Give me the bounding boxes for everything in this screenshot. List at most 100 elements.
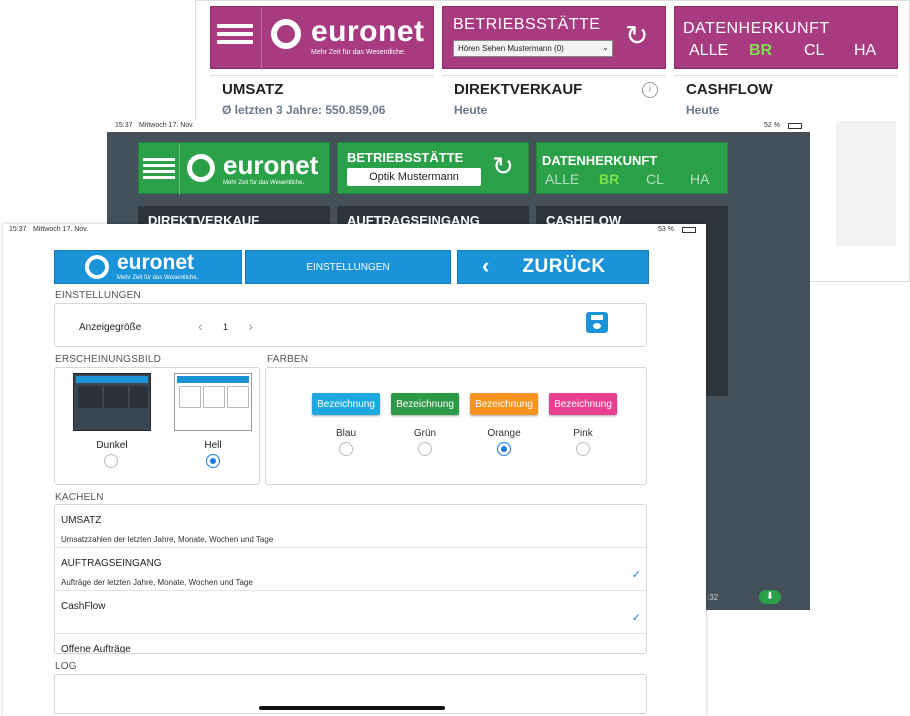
brand-tagline: Mehr Zeit für das Wesentliche. xyxy=(223,180,305,186)
brand-name: euronet xyxy=(117,251,195,274)
status-battery: 52 % xyxy=(764,122,780,129)
brand-name: euronet xyxy=(223,150,319,180)
tile-subtitle: Ø letzten 3 Jahre: 550.859,06 xyxy=(222,103,386,117)
back-button[interactable]: ‹ ZURÜCK xyxy=(457,250,649,284)
source-cl[interactable]: CL xyxy=(804,42,824,60)
color-blau-button[interactable]: Bezeichnung xyxy=(312,393,380,415)
refresh-icon[interactable]: ↻ xyxy=(492,151,514,182)
section-einstellungen-label: EINSTELLUNGEN xyxy=(55,290,141,299)
chevron-down-icon: ⌄ xyxy=(602,43,609,52)
betriebsstaette-label: BETRIEBSSTÄTTE xyxy=(453,16,601,33)
color-orange-label: Orange xyxy=(487,428,521,439)
tile-title: CASHFLOW xyxy=(686,81,773,98)
euronet-logo-icon xyxy=(271,19,301,49)
color-orange-button[interactable]: Bezeichnung xyxy=(470,393,538,415)
list-item-cashflow[interactable]: CashFlow ✓ xyxy=(55,591,646,634)
einstellungen-card: Anzeigegröße ‹ 1 › xyxy=(54,303,647,347)
theme-light-preview[interactable] xyxy=(174,373,252,431)
source-cl[interactable]: CL xyxy=(646,171,664,187)
direktverkauf-tile[interactable]: DIREKTVERKAUF Heute i xyxy=(442,75,666,119)
umsatz-tile[interactable]: UMSATZ Ø letzten 3 Jahre: 550.859,06 xyxy=(210,75,434,119)
save-icon[interactable] xyxy=(586,312,608,333)
refresh-icon[interactable]: ↻ xyxy=(625,21,648,51)
section-kacheln-label: KACHELN xyxy=(55,492,104,503)
footer-time: :32 xyxy=(707,593,719,602)
color-blau-radio[interactable] xyxy=(339,442,353,456)
chevron-right-icon[interactable]: › xyxy=(248,318,253,334)
list-item-offene-auftraege[interactable]: Offene Aufträge ✓ xyxy=(55,634,646,654)
battery-icon xyxy=(682,227,696,233)
checkmark-icon: ✓ xyxy=(631,612,641,624)
tile-title: DIREKTVERKAUF xyxy=(454,81,583,98)
status-date: Mittwoch 17. Nov. xyxy=(33,226,89,233)
source-br[interactable]: BR xyxy=(599,171,619,187)
color-orange-radio[interactable] xyxy=(497,442,511,456)
color-gruen-label: Grün xyxy=(413,428,437,439)
theme-hell-label: Hell xyxy=(204,440,222,451)
info-icon[interactable]: i xyxy=(642,82,658,98)
brand-tagline: Mehr Zeit für das Wesentliche. xyxy=(311,49,406,56)
kachel-title: CashFlow xyxy=(61,601,106,612)
source-ha[interactable]: HA xyxy=(854,42,876,60)
menu-icon[interactable] xyxy=(143,155,175,182)
betriebsstaette-select[interactable]: Hören Sehen Mustermann (0) ⌄ xyxy=(453,40,613,57)
theme-dunkel-radio[interactable] xyxy=(104,454,118,468)
download-cloud-icon[interactable]: ⬇ xyxy=(759,590,781,604)
status-time: 15:37 xyxy=(115,122,133,129)
list-item-umsatz[interactable]: UMSATZ Umsatzzahlen der letzten Jahre, M… xyxy=(55,505,646,548)
betriebsstaette-tile: BETRIEBSSTÄTTE Hören Sehen Mustermann (0… xyxy=(442,6,666,69)
betriebsstaette-label: BETRIEBSSTÄTTE xyxy=(347,150,464,165)
chevron-left-icon[interactable]: ‹ xyxy=(198,318,203,334)
kachel-description: Aufträge der letzten Jahre, Monate, Woch… xyxy=(61,578,253,587)
tile-subtitle: Heute xyxy=(454,103,488,117)
chevron-left-icon: ‹ xyxy=(482,253,490,278)
list-item-auftragseingang[interactable]: AUFTRAGSEINGANG Aufträge der letzten Jah… xyxy=(55,548,646,591)
checkmark-icon: ✓ xyxy=(631,569,641,581)
section-farben-label: FARBEN xyxy=(267,354,309,365)
source-alle[interactable]: ALLE xyxy=(689,42,728,60)
section-erscheinungsbild-label: ERSCHEINUNGSBILD xyxy=(55,354,161,365)
tile-title: UMSATZ xyxy=(222,81,284,98)
color-blau-label: Blau xyxy=(335,428,356,439)
section-log-label: LOG xyxy=(55,661,77,672)
kachel-title: AUFTRAGSEINGANG xyxy=(61,558,162,569)
farben-card: Bezeichnung Bezeichnung Bezeichnung Beze… xyxy=(265,367,647,485)
color-pink-radio[interactable] xyxy=(576,442,590,456)
kachel-title: Offene Aufträge xyxy=(61,644,131,654)
color-pink-button[interactable]: Bezeichnung xyxy=(549,393,617,415)
logo-tile[interactable]: euronet Mehr Zeit für das Wesentliche. xyxy=(210,6,434,70)
background-shape xyxy=(836,121,896,246)
source-ha[interactable]: HA xyxy=(690,171,709,187)
anzeigegroesse-stepper[interactable]: ‹ 1 › xyxy=(196,318,255,336)
color-gruen-button[interactable]: Bezeichnung xyxy=(391,393,459,415)
kacheln-list: UMSATZ Umsatzzahlen der letzten Jahre, M… xyxy=(54,504,647,654)
color-gruen-radio[interactable] xyxy=(418,442,432,456)
brand-name: euronet xyxy=(311,15,425,48)
menu-icon[interactable] xyxy=(217,20,253,56)
erscheinungsbild-card: Dunkel Hell xyxy=(54,367,260,485)
theme-hell-radio[interactable] xyxy=(206,454,220,468)
logo-tile[interactable]: euronet Mehr Zeit für das Wesentliche. xyxy=(138,142,330,195)
datenherkunft-tile: DATENHERKUNFT ALLE BR CL HA xyxy=(536,142,728,194)
theme-dunkel-label: Dunkel xyxy=(96,440,128,451)
theme-dark-preview[interactable] xyxy=(73,373,151,431)
einstellungen-button[interactable]: EINSTELLUNGEN xyxy=(245,250,451,284)
home-indicator[interactable] xyxy=(259,706,445,710)
settings-screen: 15:37 Mittwoch 17. Nov. 53 % euronet Meh… xyxy=(3,224,706,716)
status-time: 15:37 xyxy=(9,226,27,233)
source-br[interactable]: BR xyxy=(749,42,772,60)
datenherkunft-label: DATENHERKUNFT xyxy=(683,20,830,37)
logo-tile[interactable]: euronet Mehr Zeit für das Wesentliche. xyxy=(54,250,242,284)
anzeigegroesse-value: 1 xyxy=(223,322,229,332)
cashflow-tile[interactable]: CASHFLOW Heute xyxy=(674,75,898,119)
euronet-logo-icon xyxy=(187,154,215,182)
euronet-logo-icon xyxy=(85,255,109,279)
source-alle[interactable]: ALLE xyxy=(545,171,579,187)
betriebsstaette-select[interactable]: Optik Mustermann xyxy=(347,168,481,186)
back-button-label: ZURÜCK xyxy=(522,256,606,277)
betriebsstaette-tile: BETRIEBSSTÄTTE Optik Mustermann ↻ xyxy=(337,142,529,194)
kachel-title: UMSATZ xyxy=(61,515,102,526)
kachel-description: Umsatzzahlen der letzten Jahre, Monate, … xyxy=(61,535,274,544)
datenherkunft-label: DATENHERKUNFT xyxy=(542,153,658,168)
battery-icon xyxy=(788,123,802,129)
